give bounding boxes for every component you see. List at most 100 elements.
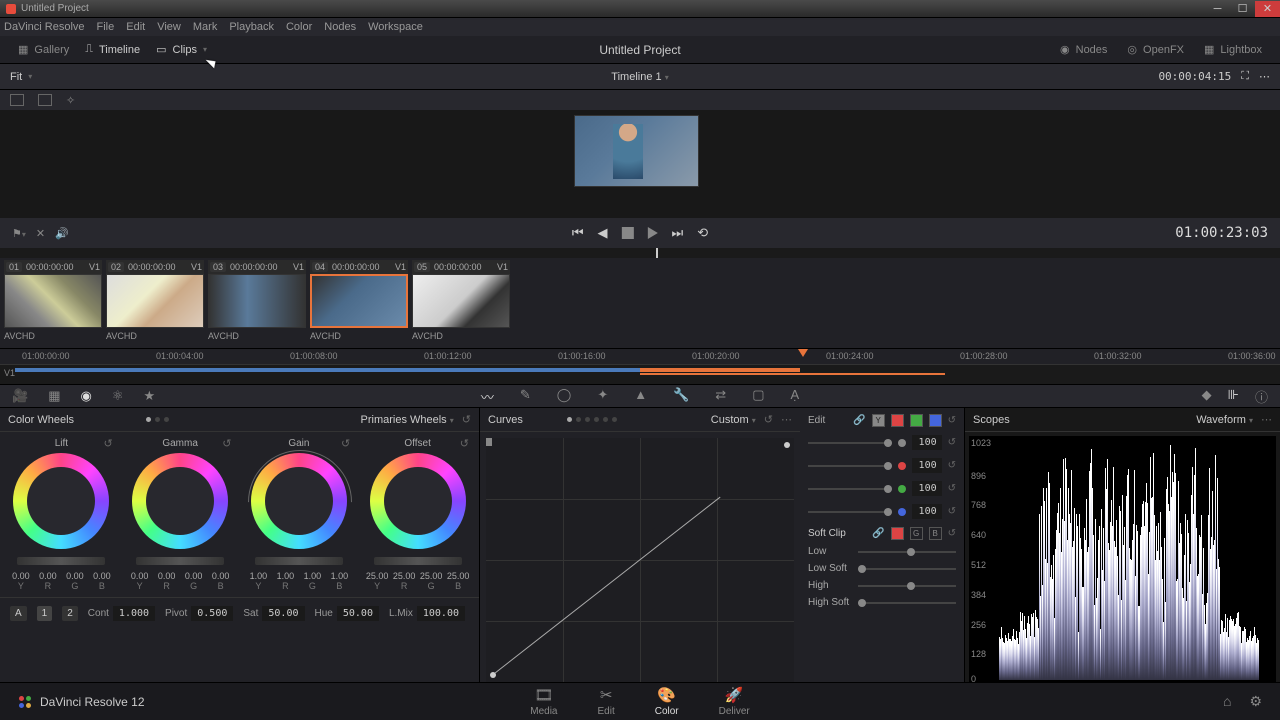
marker-icon[interactable]: ⚑▾ xyxy=(12,227,26,240)
gamma-master-slider[interactable] xyxy=(136,557,224,565)
lmix-value[interactable]: 100.00 xyxy=(417,606,465,621)
clip-04[interactable]: 0400:00:00:00V1 AVCHD xyxy=(310,260,408,346)
channel-b-button[interactable] xyxy=(929,414,942,427)
close-button[interactable]: ✕ xyxy=(1255,1,1280,17)
channel-y-button[interactable]: Y xyxy=(872,414,885,427)
first-frame-button[interactable]: ⏮ xyxy=(572,225,584,241)
clip-03[interactable]: 0300:00:00:00V1 AVCHD xyxy=(208,260,306,346)
swatch-icon[interactable]: ▦ xyxy=(48,388,60,404)
curves-reset-icon[interactable]: ↺ xyxy=(764,413,773,426)
star-icon[interactable]: ★ xyxy=(143,388,155,404)
expand-icon[interactable]: ⛶ xyxy=(1241,70,1249,83)
timeline-track[interactable]: V1 xyxy=(0,364,1280,384)
home-icon[interactable]: ⌂ xyxy=(1223,693,1231,710)
gain-reset-icon[interactable]: ↺ xyxy=(341,437,350,450)
zoom-fit-dropdown[interactable]: Fit▾ xyxy=(10,71,32,83)
target-icon[interactable]: ◉ xyxy=(80,388,91,404)
menu-workspace[interactable]: Workspace xyxy=(368,21,423,33)
options-icon[interactable]: ⋯ xyxy=(1259,70,1270,83)
settings-icon[interactable]: ⚙ xyxy=(1249,693,1262,710)
sc-reset-icon[interactable]: ↺ xyxy=(948,528,956,539)
clips-button[interactable]: ▭Clips▾ xyxy=(148,39,215,60)
camera-icon[interactable]: 🎥 xyxy=(12,388,28,404)
low-slider[interactable] xyxy=(858,551,956,553)
info-icon[interactable]: ⓘ xyxy=(1255,387,1268,406)
lightbox-button[interactable]: ▦Lightbox xyxy=(1196,39,1270,60)
page-deliver-button[interactable]: 🚀Deliver xyxy=(719,686,750,717)
key-icon[interactable]: 🔧 xyxy=(673,387,689,406)
primaries-mode-dropdown[interactable]: Primaries Wheels ▾ xyxy=(361,414,454,426)
last-frame-button[interactable]: ⏭ xyxy=(672,225,684,241)
sizing-icon[interactable]: ⇄ xyxy=(715,387,726,406)
sat-value[interactable]: 50.00 xyxy=(262,606,304,621)
minimize-button[interactable]: ─ xyxy=(1205,1,1230,17)
play-button[interactable] xyxy=(648,227,658,239)
window-icon[interactable]: ◯ xyxy=(557,387,572,406)
3d-icon[interactable]: ▢ xyxy=(752,387,764,406)
tracking-icon[interactable]: ✦ xyxy=(597,387,608,406)
adj-1-button[interactable]: 1 xyxy=(37,606,53,621)
adj-2-button[interactable]: 2 xyxy=(62,606,78,621)
magic-wand-icon[interactable]: ✧ xyxy=(66,94,75,107)
menu-app[interactable]: DaVinci Resolve xyxy=(4,21,85,33)
edit-reset-icon[interactable]: ↺ xyxy=(948,415,956,426)
sc-g-button[interactable]: G xyxy=(910,527,923,540)
adj-a-button[interactable]: A xyxy=(10,606,27,621)
prev-button[interactable]: ◀ xyxy=(598,225,608,241)
g-slider[interactable] xyxy=(808,488,892,490)
scrubber[interactable] xyxy=(0,248,1280,258)
openfx-button[interactable]: ◎OpenFX xyxy=(1119,39,1192,60)
menu-playback[interactable]: Playback xyxy=(229,21,274,33)
gain-wheel[interactable] xyxy=(251,453,347,549)
loop-button[interactable]: ⟲ xyxy=(697,225,708,241)
lift-master-slider[interactable] xyxy=(17,557,105,565)
timeline-ruler[interactable]: 01:00:00:00 01:00:04:00 01:00:08:00 01:0… xyxy=(0,348,1280,364)
clip-01[interactable]: 0100:00:00:00V1 AVCHD xyxy=(4,260,102,346)
qualifier-icon[interactable]: ✎ xyxy=(520,387,531,406)
scopes-options-icon[interactable]: ⋯ xyxy=(1261,413,1272,426)
sc-link-icon[interactable]: 🔗 xyxy=(872,528,884,539)
b-slider[interactable] xyxy=(808,511,892,513)
page-media-button[interactable]: 🎞Media xyxy=(530,686,557,717)
curves-options-icon[interactable]: ⋯ xyxy=(781,413,792,426)
clip-02[interactable]: 0200:00:00:00V1 AVCHD xyxy=(106,260,204,346)
menu-view[interactable]: View xyxy=(157,21,181,33)
link-icon[interactable]: 🔗 xyxy=(853,415,865,426)
gamma-reset-icon[interactable]: ↺ xyxy=(222,437,231,450)
lift-wheel[interactable] xyxy=(13,453,109,549)
high-slider[interactable] xyxy=(858,585,956,587)
curves-tool-icon[interactable]: 〰 xyxy=(481,387,494,406)
keyframe-icon[interactable]: ◆ xyxy=(1202,387,1212,406)
audio-icon[interactable]: 🔊 xyxy=(55,227,69,240)
sc-r-button[interactable] xyxy=(891,527,904,540)
clear-icon[interactable]: ✕ xyxy=(36,227,45,240)
offset-reset-icon[interactable]: ↺ xyxy=(460,437,469,450)
lift-reset-icon[interactable]: ↺ xyxy=(104,437,113,450)
channel-g-button[interactable] xyxy=(910,414,923,427)
curve-editor[interactable] xyxy=(486,438,794,682)
pivot-value[interactable]: 0.500 xyxy=(191,606,233,621)
stop-button[interactable] xyxy=(622,227,634,239)
channel-r-button[interactable] xyxy=(891,414,904,427)
blur-icon[interactable]: ▲ xyxy=(634,387,647,406)
menu-nodes[interactable]: Nodes xyxy=(324,21,356,33)
gamma-wheel[interactable] xyxy=(132,453,228,549)
tool1-icon[interactable] xyxy=(10,94,24,106)
timeline-button[interactable]: ⎍Timeline xyxy=(77,39,148,60)
offset-wheel[interactable] xyxy=(370,453,466,549)
maximize-button[interactable]: ☐ xyxy=(1230,1,1255,17)
gain-master-slider[interactable] xyxy=(255,557,343,565)
page-edit-button[interactable]: ✂Edit xyxy=(597,686,614,717)
clip-05[interactable]: 0500:00:00:00V1 AVCHD xyxy=(412,260,510,346)
nodes-button[interactable]: ◉Nodes xyxy=(1052,39,1115,60)
hue-value[interactable]: 50.00 xyxy=(337,606,379,621)
r-slider[interactable] xyxy=(808,465,892,467)
share-icon[interactable]: ⚛ xyxy=(112,388,124,404)
highsoft-slider[interactable] xyxy=(858,602,956,604)
lowsoft-slider[interactable] xyxy=(858,568,956,570)
contrast-value[interactable]: 1.000 xyxy=(113,606,155,621)
menu-mark[interactable]: Mark xyxy=(193,21,217,33)
tool2-icon[interactable] xyxy=(38,94,52,106)
offset-master-slider[interactable] xyxy=(374,557,462,565)
viewer[interactable] xyxy=(0,110,1280,218)
